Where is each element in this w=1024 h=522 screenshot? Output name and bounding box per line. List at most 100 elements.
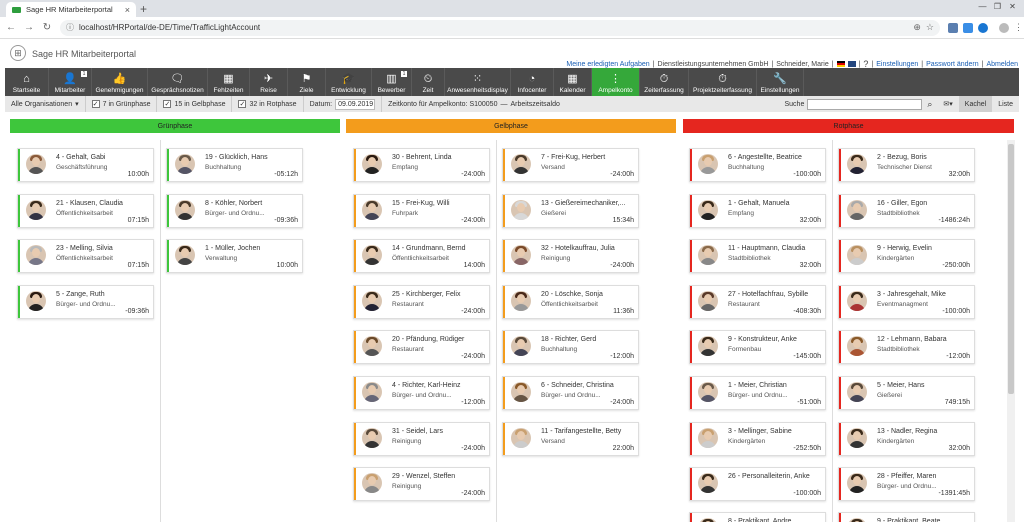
employee-card[interactable]: 21 - Klausen, Claudia Öffentlichkeitsarbe…	[17, 193, 154, 228]
employee-card[interactable]: 8 - Praktikant, Andre	[689, 512, 826, 522]
employee-card[interactable]: 9 - Konstrukteur, Anke Formenbau -145:00h	[689, 330, 826, 365]
employee-card[interactable]: 13 - Gießereimechaniker,... Gießerei 15:34…	[502, 193, 639, 228]
employee-card[interactable]: 12 - Lehmann, Babara Stadtbibliothek -12:0…	[838, 330, 975, 365]
toolbar-genehmigungen[interactable]: 👍 Genehmigungen	[92, 68, 148, 96]
toolbar-gesprächsnotizen[interactable]: 🗨 Gesprächsnotizen	[148, 68, 208, 96]
extension-icon[interactable]	[948, 22, 958, 33]
toolbar-mitarbeiter[interactable]: 👤 1 Mitarbeiter	[49, 68, 92, 96]
toolbar-kalender[interactable]: ▦ Kalender	[554, 68, 592, 96]
employee-card[interactable]: 30 - Behrent, Linda Empfang -24:00h	[353, 148, 490, 182]
close-window-icon[interactable]: ✕	[1007, 1, 1018, 12]
employee-card[interactable]: 19 - Glücklich, Hans Buchhaltung -05:12h	[166, 148, 303, 182]
employee-card[interactable]: 14 - Grundmann, Bernd Öffentlichkeitsarbe…	[353, 239, 490, 274]
minimize-icon[interactable]: —	[977, 1, 988, 12]
search-input[interactable]	[807, 98, 923, 110]
employee-card[interactable]: 26 - Personalleiterin, Anke -100:00h	[689, 467, 826, 502]
green-phase-filter[interactable]: ✓ 7 in Grünphase	[86, 96, 158, 112]
employee-card[interactable]: 1 - Gehalt, Manuela Empfang 32:00h	[689, 193, 826, 228]
employee-card[interactable]: 11 - Hauptmann, Claudia Stadtbibliothek 32…	[689, 239, 826, 274]
checkbox-icon[interactable]: ✓	[238, 100, 247, 108]
employee-card[interactable]: 13 - Nadler, Regina Kindergärten 32:00h	[838, 421, 975, 456]
new-tab-icon[interactable]: +	[140, 2, 147, 16]
employee-name: 9 - Konstrukteur, Anke	[728, 336, 797, 344]
employee-card[interactable]: 18 - Richter, Gerd Buchhaltung -12:00h	[502, 330, 639, 365]
employee-name: 5 - Meier, Hans	[877, 382, 925, 389]
flag-uk-icon[interactable]	[847, 61, 856, 67]
toolbar-projektzeiterfassung[interactable]: ⏱ Projektzeiterfassung	[689, 68, 757, 96]
employee-card[interactable]: 4 - Richter, Karl-Heinz Bürger- und Ordnu…	[353, 376, 490, 410]
bookmark-star-icon[interactable]: ☆	[926, 22, 934, 33]
employee-card[interactable]: 15 - Frei-Kug, Willi Fuhrpark -24:00h	[353, 193, 490, 228]
restore-icon[interactable]: ❐	[992, 1, 1003, 12]
toolbar-infocenter[interactable]: ◔ Infocenter	[511, 68, 554, 96]
extension-icon[interactable]	[963, 22, 973, 33]
employee-card[interactable]: 25 - Kirchberger, Felix Restaurant -24:00h	[353, 284, 490, 319]
toolbar-zeiterfassung[interactable]: ⏱ Zeiterfassung	[640, 68, 689, 96]
employee-card[interactable]: 32 - Hotelkauffrau, Julia Reinigung -24:00…	[502, 239, 639, 274]
logout-link[interactable]: Abmelden	[986, 61, 1018, 68]
zoom-icon[interactable]: ⊕	[913, 22, 921, 33]
employee-card[interactable]: 8 - Köhler, Norbert Bürger- und Ordnu... -…	[166, 193, 303, 228]
toolbar-einstellungen[interactable]: 🔧 Einstellungen	[757, 68, 804, 96]
employee-card[interactable]: 5 - Zange, Ruth Bürger- und Ordnu... -09:3…	[17, 284, 154, 319]
employee-card[interactable]: 28 - Pfeiffer, Maren Bürger- und Ordnu...…	[838, 467, 975, 502]
checkbox-icon[interactable]: ✓	[91, 100, 100, 108]
scrollbar-thumb[interactable]	[1008, 144, 1014, 394]
employee-card[interactable]: 16 - Giller, Egon Stadtbibliothek -1486:24…	[838, 193, 975, 228]
toolbar-entwicklung[interactable]: 🎓 Entwicklung	[326, 68, 372, 96]
employee-card[interactable]: 4 - Gehalt, Gabi Geschäftsführung 10:00h	[17, 148, 154, 182]
employee-card[interactable]: 23 - Melling, Silvia Öffentlichkeitsarbei…	[17, 239, 154, 274]
forward-icon[interactable]: →	[22, 22, 36, 33]
info-icon[interactable]: ⓘ	[66, 22, 74, 33]
organisation-dropdown[interactable]: Alle Organisationen ▾	[5, 96, 86, 112]
employee-card[interactable]: 6 - Schneider, Christina Bürger- und Ordn…	[502, 376, 639, 410]
employee-card[interactable]: 9 - Herwig, Evelin Kindergärten -250:00h	[838, 239, 975, 274]
employee-card[interactable]: 29 - Wenzel, Steffen Reinigung -24:00h	[353, 467, 490, 502]
employee-card[interactable]: 11 - Tarifangestellte, Betty Versand 22:00…	[502, 421, 639, 456]
employee-card[interactable]: 27 - Hotelfachfrau, Sybille Restaurant -40…	[689, 284, 826, 319]
employee-card[interactable]: 2 - Bezug, Boris Technischer Dienst 32:00h	[838, 148, 975, 182]
employee-card[interactable]: 3 - Jahresgehalt, Mike Eventmanagment -100…	[838, 284, 975, 319]
toolbar-fehlzeiten[interactable]: ▦ Fehlzeiten	[208, 68, 250, 96]
search-icon[interactable]: ⌕	[922, 99, 937, 110]
tasks-link[interactable]: Meine erledigten Aufgaben	[566, 61, 649, 68]
employee-card[interactable]: 31 - Seidel, Lars Reinigung -24:00h	[353, 421, 490, 456]
red-phase-filter[interactable]: ✓ 32 in Rotphase	[232, 96, 304, 112]
tile-view-button[interactable]: Kachel	[958, 96, 993, 112]
reload-icon[interactable]: ↻	[40, 22, 54, 33]
settings-link[interactable]: Einstellungen	[876, 61, 918, 68]
employee-card[interactable]: 20 - Pfändung, Rüdiger Restaurant -24:00h	[353, 330, 490, 365]
toolbar-zeit[interactable]: ⏲ Zeit	[412, 68, 445, 96]
yellow-phase-filter[interactable]: ✓ 15 in Gelbphase	[157, 96, 233, 112]
checkbox-icon[interactable]: ✓	[163, 100, 172, 108]
employee-card[interactable]: 20 - Löschke, Sonja Öffentlichkeitsarbeit…	[502, 284, 639, 319]
list-view-button[interactable]: Liste	[992, 96, 1019, 112]
extension-icon[interactable]	[978, 22, 988, 33]
employee-card[interactable]: 5 - Meier, Hans Gießerei 749:15h	[838, 376, 975, 410]
employee-card[interactable]: 9 - Praktikant, Beate	[838, 512, 975, 522]
toolbar-reise[interactable]: ✈ Reise	[250, 68, 288, 96]
url-input[interactable]: ⓘ localhost/HRPortal/de-DE/Time/TrafficL…	[60, 19, 940, 36]
employee-card[interactable]: 1 - Müller, Jochen Verwaltung 10:00h	[166, 239, 303, 274]
mail-dropdown-icon[interactable]: ✉▾	[937, 96, 958, 112]
employee-card[interactable]: 3 - Mellinger, Sabine Kindergärten -252:50…	[689, 421, 826, 456]
browser-tab[interactable]: Sage HR Mitarbeiterportal ×	[6, 2, 136, 17]
employee-card[interactable]: 7 - Frei-Kug, Herbert Versand -24:00h	[502, 148, 639, 182]
flag-de-icon[interactable]	[836, 61, 845, 67]
back-icon[interactable]: ←	[4, 22, 18, 33]
toolbar-ampelkonto[interactable]: ⋮ Ampelkonto	[592, 68, 640, 96]
menu-dots-icon[interactable]: ⋮	[1014, 22, 1023, 33]
employee-card[interactable]: 6 - Angestellte, Beatrice Buchhaltung -100…	[689, 148, 826, 182]
toolbar-anwesenheitsdisplay[interactable]: ⁙ Anwesenheitsdisplay	[445, 68, 511, 96]
avatar-face	[704, 339, 712, 349]
toolbar-ziele[interactable]: ⚑ Ziele	[288, 68, 326, 96]
password-link[interactable]: Passwort ändern	[926, 61, 979, 68]
scrollbar[interactable]	[1007, 140, 1015, 522]
profile-icon[interactable]	[999, 22, 1009, 33]
toolbar-bewerber[interactable]: ▥ 1 Bewerber	[372, 68, 412, 96]
phase-color-bar	[354, 422, 356, 455]
employee-card[interactable]: 1 - Meier, Christian Bürger- und Ordnu...…	[689, 376, 826, 410]
close-tab-icon[interactable]: ×	[125, 5, 130, 15]
date-input[interactable]: 09.09.2019	[335, 98, 376, 110]
toolbar-startseite[interactable]: ⌂ Startseite	[5, 68, 49, 96]
